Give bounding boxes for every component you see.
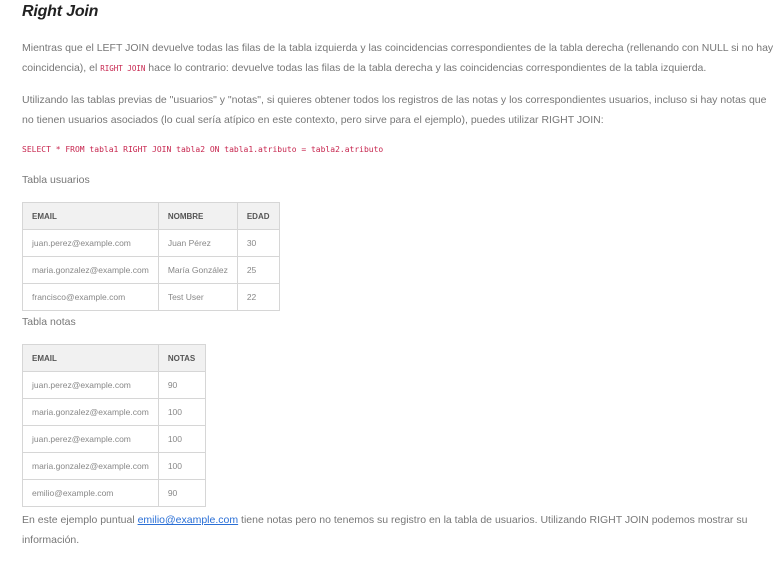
cell-email: maria.gonzalez@example.com (22, 452, 159, 480)
table-row: maria.gonzalez@example.com 100 (22, 398, 206, 426)
caption-usuarios: Tabla usuarios (22, 174, 90, 186)
notas-table: EMAIL NOTAS juan.perez@example.com 90 ma… (22, 344, 206, 507)
usuarios-table: EMAIL NOMBRE EDAD juan.perez@example.com… (22, 202, 280, 311)
column-header-email: EMAIL (22, 202, 159, 230)
cell-edad: 25 (236, 256, 280, 284)
table-row: juan.perez@example.com Juan Pérez 30 (22, 229, 280, 257)
cell-notas: 90 (157, 479, 206, 507)
cell-notas: 100 (157, 452, 206, 480)
cell-nombre: Juan Pérez (157, 229, 238, 257)
usage-paragraph: Utilizando las tablas previas de "usuari… (22, 94, 767, 126)
cell-email: maria.gonzalez@example.com (22, 256, 159, 284)
email-link[interactable]: emilio@example.com (138, 514, 239, 526)
column-header-nombre: NOMBRE (157, 202, 238, 230)
table-row: maria.gonzalez@example.com María Gonzále… (22, 256, 280, 284)
conclusion-paragraph: En este ejemplo puntual emilio@example.c… (22, 510, 778, 550)
cell-email: juan.perez@example.com (22, 229, 159, 257)
cell-notas: 90 (157, 371, 206, 399)
cell-edad: 22 (236, 283, 280, 311)
cell-nombre: María González (157, 256, 238, 284)
inline-code-right-join: RIGHT JOIN (100, 64, 146, 73)
conclusion-text-before: En este ejemplo puntual (22, 514, 138, 526)
cell-nombre: Test User (157, 283, 238, 311)
column-header-notas: NOTAS (157, 344, 206, 372)
intro-text-after: hace lo contrario: devuelve todas las fi… (145, 62, 707, 74)
cell-email: maria.gonzalez@example.com (22, 398, 159, 426)
intro-paragraph: Mientras que el LEFT JOIN devuelve todas… (22, 38, 778, 79)
cell-notas: 100 (157, 425, 206, 453)
cell-email: emilio@example.com (22, 479, 159, 507)
section-heading: Right Join (22, 3, 99, 20)
table-row: juan.perez@example.com 90 (22, 371, 206, 399)
table-header-row: EMAIL NOMBRE EDAD (22, 202, 280, 230)
table-row: maria.gonzalez@example.com 100 (22, 452, 206, 480)
table-row: emilio@example.com 90 (22, 479, 206, 507)
cell-edad: 30 (236, 229, 280, 257)
table-row: francisco@example.com Test User 22 (22, 283, 280, 311)
sql-code-line: SELECT * FROM tabla1 RIGHT JOIN tabla2 O… (22, 145, 384, 154)
cell-notas: 100 (157, 398, 206, 426)
cell-email: francisco@example.com (22, 283, 159, 311)
table-row: juan.perez@example.com 100 (22, 425, 206, 453)
column-header-edad: EDAD (236, 202, 280, 230)
column-header-email: EMAIL (22, 344, 159, 372)
table-header-row: EMAIL NOTAS (22, 344, 206, 372)
caption-notas: Tabla notas (22, 316, 76, 328)
cell-email: juan.perez@example.com (22, 425, 159, 453)
cell-email: juan.perez@example.com (22, 371, 159, 399)
